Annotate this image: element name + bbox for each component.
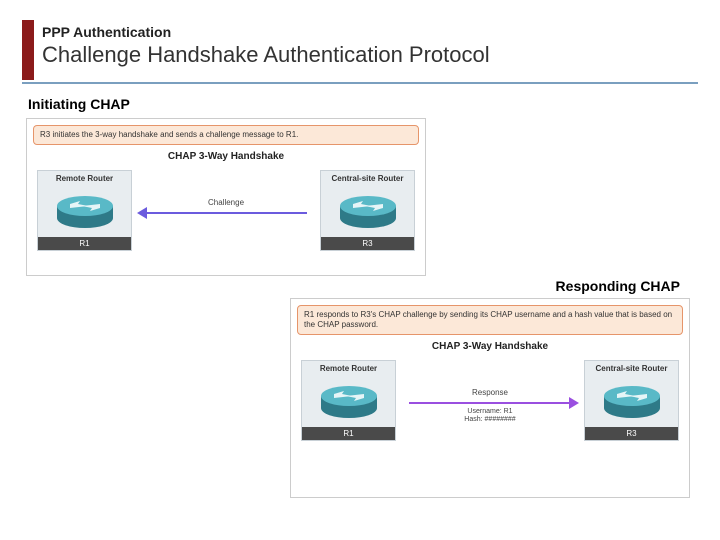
- diagram-panel-initiating: R3 initiates the 3-way handshake and sen…: [26, 118, 426, 276]
- diagram-row: Remote Router R1 Challenge Central-site …: [27, 166, 425, 259]
- section-label-initiating: Initiating CHAP: [28, 96, 130, 112]
- arrow-label: Challenge: [137, 198, 315, 207]
- router-icon: [585, 376, 678, 425]
- router-remote: Remote Router R1: [37, 170, 132, 251]
- arrow-line: [145, 212, 307, 214]
- diagram-title: CHAP 3-Way Handshake: [27, 151, 425, 162]
- router-name: R3: [321, 237, 414, 250]
- router-icon: [38, 186, 131, 235]
- slide-header: PPP Authentication Challenge Handshake A…: [42, 24, 490, 68]
- arrow-label: Response: [401, 388, 579, 397]
- arrow-line: [409, 402, 571, 404]
- section-label-responding: Responding CHAP: [556, 278, 680, 294]
- slide-subtitle: PPP Authentication: [42, 24, 490, 40]
- arrow-response: Response Username: R1 Hash: ########: [401, 356, 579, 449]
- router-caption: Remote Router: [38, 174, 131, 186]
- router-name: R1: [38, 237, 131, 250]
- arrow-sublabel: Username: R1 Hash: ########: [401, 408, 579, 425]
- router-remote: Remote Router R1: [301, 360, 396, 441]
- diagram-note: R1 responds to R3's CHAP challenge by se…: [297, 305, 683, 335]
- accent-block: [22, 20, 34, 80]
- router-icon: [302, 376, 395, 425]
- router-caption: Central-site Router: [321, 174, 414, 186]
- router-name: R3: [585, 427, 678, 440]
- title-underline: [22, 82, 698, 84]
- diagram-panel-responding: R1 responds to R3's CHAP challenge by se…: [290, 298, 690, 498]
- router-central: Central-site Router R3: [584, 360, 679, 441]
- router-caption: Central-site Router: [585, 364, 678, 376]
- diagram-title: CHAP 3-Way Handshake: [291, 341, 689, 352]
- arrow-challenge: Challenge: [137, 166, 315, 259]
- diagram-note: R3 initiates the 3-way handshake and sen…: [33, 125, 419, 145]
- diagram-row: Remote Router R1 Response Username: R1 H…: [291, 356, 689, 449]
- router-central: Central-site Router R3: [320, 170, 415, 251]
- arrow-head-icon: [137, 207, 147, 219]
- router-caption: Remote Router: [302, 364, 395, 376]
- router-name: R1: [302, 427, 395, 440]
- slide-title: Challenge Handshake Authentication Proto…: [42, 42, 490, 68]
- router-icon: [321, 186, 414, 235]
